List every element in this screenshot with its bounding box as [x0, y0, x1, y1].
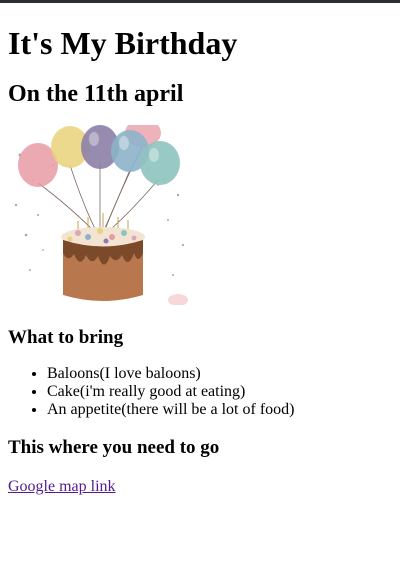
- list-item: Cake(i'm really good at eating): [47, 383, 392, 401]
- list-item: An appetite(there will be a lot of food): [47, 401, 392, 419]
- birthday-cake-illustration: [14, 125, 188, 305]
- google-map-link[interactable]: Google map link: [8, 478, 116, 496]
- page-content: It's My Birthday On the 11th april What …: [8, 3, 392, 496]
- bring-list: Baloons(I love baloons) Cake(i'm really …: [8, 365, 392, 419]
- list-item: Baloons(I love baloons): [47, 365, 392, 383]
- balloons-group: [18, 125, 180, 187]
- what-to-bring-heading: What to bring: [8, 327, 124, 348]
- date-heading: On the 11th april: [8, 81, 184, 107]
- location-heading: This where you need to go: [8, 437, 220, 458]
- page-title: It's My Birthday: [8, 25, 238, 61]
